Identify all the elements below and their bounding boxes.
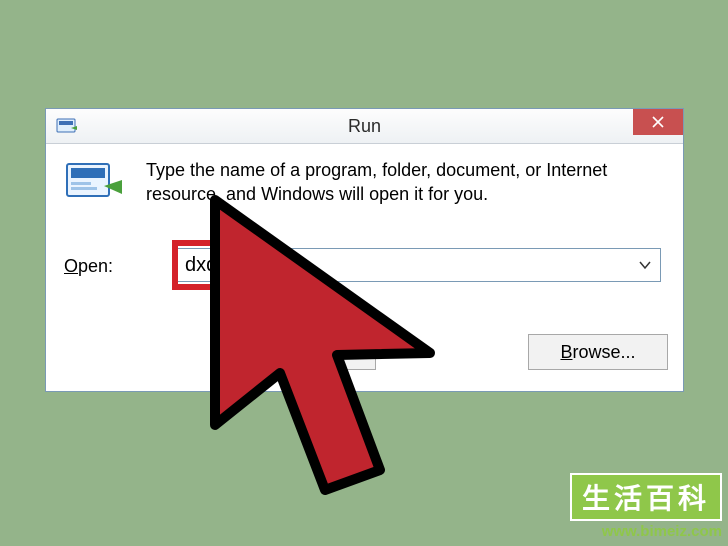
watermark-url: www.bimeiz.com [570, 523, 722, 540]
dialog-description: Type the name of a program, folder, docu… [146, 158, 665, 206]
dialog-title: Run [46, 116, 683, 137]
chevron-down-icon[interactable] [638, 256, 652, 279]
open-input[interactable] [175, 249, 635, 281]
open-label: Open: [64, 256, 113, 277]
browse-button[interactable]: Browse... [528, 334, 668, 370]
ok-button[interactable]: OK [236, 334, 376, 370]
browse-button-accel: B [560, 342, 572, 362]
dialog-body: Type the name of a program, folder, docu… [46, 144, 683, 390]
close-icon [652, 116, 664, 128]
run-icon-large [64, 158, 124, 208]
ok-button-label: OK [293, 342, 319, 362]
close-button[interactable] [633, 109, 683, 135]
watermark-logo: 生活百科 [570, 473, 722, 521]
titlebar[interactable]: Run [46, 109, 683, 144]
watermark: 生活百科 www.bimeiz.com [570, 473, 722, 540]
open-label-accel: O [64, 256, 78, 276]
open-combobox[interactable] [174, 248, 661, 282]
run-dialog: Run Type the name of a program, folder, … [45, 108, 684, 392]
